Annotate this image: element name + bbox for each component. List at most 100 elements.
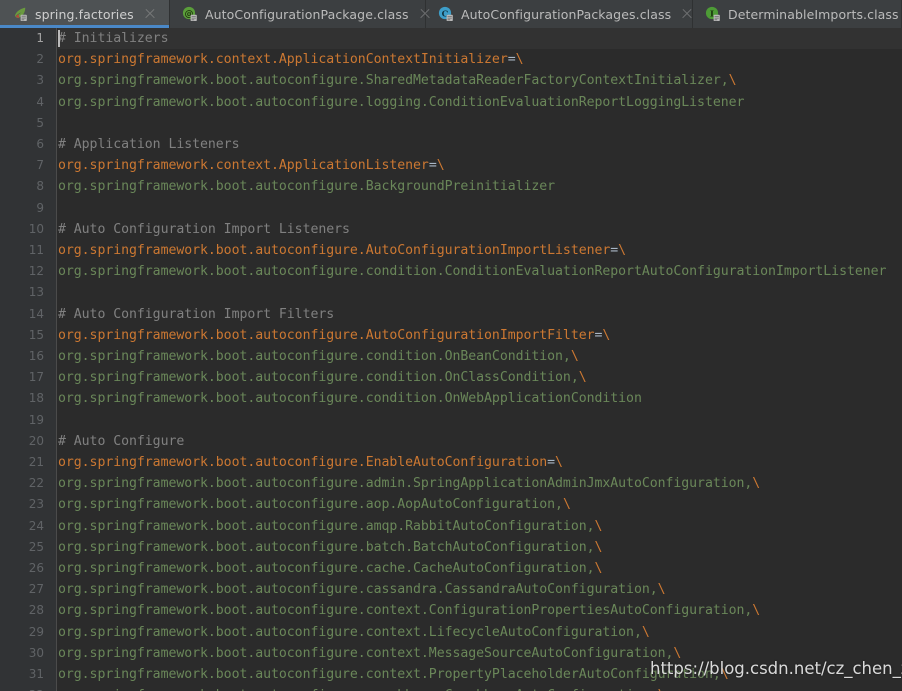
line-number[interactable]: 22 bbox=[4, 473, 44, 494]
code-line[interactable]: org.springframework.boot.autoconfigure.c… bbox=[58, 558, 602, 579]
code-line[interactable]: # Initializers bbox=[58, 28, 169, 49]
line-continuation-token: \ bbox=[515, 52, 524, 68]
line-continuation-token: \ bbox=[602, 327, 611, 343]
line-continuation-token: \ bbox=[618, 243, 627, 258]
line-number[interactable]: 11 bbox=[4, 240, 44, 261]
line-number[interactable]: 13 bbox=[4, 282, 44, 303]
property-value-token: org.springframework.boot.autoconfigure.l… bbox=[58, 94, 745, 110]
code-line[interactable]: # Auto Configuration Import Filters bbox=[58, 304, 334, 325]
equals-token: = bbox=[507, 52, 516, 68]
code-line[interactable]: # Auto Configuration Import Listeners bbox=[58, 219, 350, 240]
line-number[interactable]: 27 bbox=[4, 579, 44, 600]
code-line[interactable]: org.springframework.boot.autoconfigure.c… bbox=[58, 579, 666, 600]
line-continuation-token: \ bbox=[555, 455, 563, 470]
code-line[interactable]: org.springframework.boot.autoconfigure.b… bbox=[58, 537, 602, 558]
property-value-token: org.springframework.boot.autoconfigure.c… bbox=[58, 624, 642, 640]
line-number[interactable]: 1 bbox=[4, 28, 44, 49]
line-number[interactable]: 3 bbox=[4, 70, 44, 91]
code-line[interactable]: org.springframework.boot.autoconfigure.S… bbox=[58, 70, 737, 91]
line-continuation-token: \ bbox=[594, 518, 603, 534]
line-number[interactable]: 29 bbox=[4, 622, 44, 643]
property-value-token: org.springframework.boot.autoconfigure.c… bbox=[58, 349, 571, 364]
code-line[interactable]: org.springframework.boot.autoconfigure.a… bbox=[58, 516, 602, 537]
line-number[interactable]: 16 bbox=[4, 346, 44, 367]
line-number[interactable]: 26 bbox=[4, 558, 44, 579]
code-line[interactable]: org.springframework.boot.autoconfigure.B… bbox=[58, 176, 555, 197]
line-number[interactable]: 20 bbox=[4, 431, 44, 452]
line-number[interactable]: 32 bbox=[4, 685, 44, 691]
line-number[interactable]: 17 bbox=[4, 367, 44, 388]
equals-token: = bbox=[610, 243, 619, 258]
code-line[interactable]: org.springframework.boot.autoconfigure.E… bbox=[58, 452, 563, 473]
code-content-area[interactable]: # Initializers org.springframework.contex… bbox=[58, 28, 902, 691]
line-number[interactable]: 6 bbox=[4, 134, 44, 155]
code-line[interactable]: org.springframework.boot.autoconfigure.c… bbox=[58, 388, 642, 409]
comment-token: # Auto Configure bbox=[58, 433, 185, 449]
line-number[interactable]: 21 bbox=[4, 452, 44, 473]
line-number[interactable]: 14 bbox=[4, 304, 44, 325]
editor-tab-bar[interactable]: spring.factories @ AutoConfigurationPackag… bbox=[0, 0, 902, 28]
code-line[interactable]: org.springframework.boot.autoconfigure.c… bbox=[58, 622, 650, 643]
line-number[interactable]: 12 bbox=[4, 261, 44, 282]
code-line[interactable]: org.springframework.boot.autoconfigure.c… bbox=[58, 664, 729, 685]
code-line[interactable]: org.springframework.boot.autoconfigure.c… bbox=[58, 261, 886, 282]
line-number[interactable]: 30 bbox=[4, 643, 44, 664]
line-continuation-token: \ bbox=[570, 349, 579, 364]
ide-window: spring.factories @ AutoConfigurationPackag… bbox=[0, 0, 902, 691]
code-line[interactable]: # Application Listeners bbox=[58, 134, 240, 155]
line-number[interactable]: 19 bbox=[4, 410, 44, 431]
code-line[interactable]: org.springframework.boot.autoconfigure.c… bbox=[58, 643, 681, 664]
comment-token: # Initializers bbox=[58, 31, 169, 46]
line-continuation-token: \ bbox=[594, 561, 603, 576]
close-icon[interactable] bbox=[144, 8, 156, 20]
code-line[interactable]: org.springframework.boot.autoconfigure.A… bbox=[58, 325, 610, 346]
property-value-token: org.springframework.boot.autoconfigure.c… bbox=[58, 645, 674, 661]
blog-watermark: https://blog.csdn.net/cz_chen_zhuo bbox=[650, 659, 902, 678]
property-value-token: org.springframework.boot.autoconfigure.c… bbox=[58, 582, 658, 598]
equals-token: = bbox=[428, 158, 437, 174]
code-line[interactable]: org.springframework.boot.autoconfigure.A… bbox=[58, 240, 626, 261]
close-icon[interactable] bbox=[681, 8, 693, 20]
annotation-class-icon: @ bbox=[182, 6, 198, 22]
property-value-token: org.springframework.boot.autoconfigure.c… bbox=[58, 370, 579, 386]
code-line[interactable]: org.springframework.boot.autoconfigure.l… bbox=[58, 92, 744, 113]
line-number[interactable]: 2 bbox=[4, 49, 44, 70]
line-continuation-token: \ bbox=[562, 497, 571, 513]
editor-tab-3[interactable]: I DeterminableImports.class bbox=[693, 0, 902, 28]
line-number[interactable]: 28 bbox=[4, 600, 44, 621]
code-line[interactable]: org.springframework.boot.autoconfigure.c… bbox=[58, 685, 666, 691]
property-value-token: org.springframework.boot.autoconfigure.S… bbox=[58, 73, 729, 89]
line-continuation-token: \ bbox=[578, 370, 587, 386]
code-editor[interactable]: 1 2 3 4 5 6 7 8 9 10 11 12 13 14 15 16 17 18 19 20 21 22 23 24 2… bbox=[0, 28, 902, 691]
code-line[interactable]: org.springframework.boot.autoconfigure.c… bbox=[58, 346, 579, 367]
editor-tab-1[interactable]: @ AutoConfigurationPackage.class bbox=[170, 0, 426, 28]
editor-tab-label: AutoConfigurationPackages.class bbox=[461, 6, 672, 22]
line-number[interactable]: 5 bbox=[4, 113, 44, 134]
line-number[interactable]: 31 bbox=[4, 664, 44, 685]
line-number-gutter[interactable]: 1 2 3 4 5 6 7 8 9 10 11 12 13 14 15 16 17 18 19 20 21 22 23 24 2… bbox=[0, 28, 57, 691]
line-number[interactable]: 9 bbox=[4, 198, 44, 219]
editor-tab-0[interactable]: spring.factories bbox=[0, 0, 170, 28]
line-number[interactable]: 7 bbox=[4, 155, 44, 176]
code-line[interactable]: org.springframework.boot.autoconfigure.a… bbox=[58, 473, 760, 494]
editor-tab-label: AutoConfigurationPackage.class bbox=[205, 6, 409, 22]
line-number[interactable]: 10 bbox=[4, 219, 44, 240]
code-line[interactable]: org.springframework.context.ApplicationL… bbox=[58, 155, 445, 176]
property-key-token: org.springframework.boot.autoconfigure.E… bbox=[58, 455, 548, 470]
line-number[interactable]: 24 bbox=[4, 516, 44, 537]
code-line[interactable]: org.springframework.boot.autoconfigure.c… bbox=[58, 367, 587, 388]
line-number[interactable]: 4 bbox=[4, 92, 44, 113]
text-caret bbox=[58, 30, 60, 47]
line-number[interactable]: 8 bbox=[4, 176, 44, 197]
code-line[interactable]: # Auto Configure bbox=[58, 431, 184, 452]
line-number[interactable]: 15 bbox=[4, 325, 44, 346]
line-number[interactable]: 18 bbox=[4, 388, 44, 409]
line-number[interactable]: 25 bbox=[4, 537, 44, 558]
property-value-token: org.springframework.boot.autoconfigure.b… bbox=[58, 539, 595, 555]
code-line[interactable]: org.springframework.boot.autoconfigure.a… bbox=[58, 494, 571, 515]
code-line[interactable]: org.springframework.context.ApplicationC… bbox=[58, 49, 524, 70]
line-continuation-token: \ bbox=[436, 158, 445, 174]
editor-tab-2[interactable]: C AutoConfigurationPackages.class bbox=[426, 0, 693, 28]
line-number[interactable]: 23 bbox=[4, 494, 44, 515]
code-line[interactable]: org.springframework.boot.autoconfigure.c… bbox=[58, 600, 760, 621]
